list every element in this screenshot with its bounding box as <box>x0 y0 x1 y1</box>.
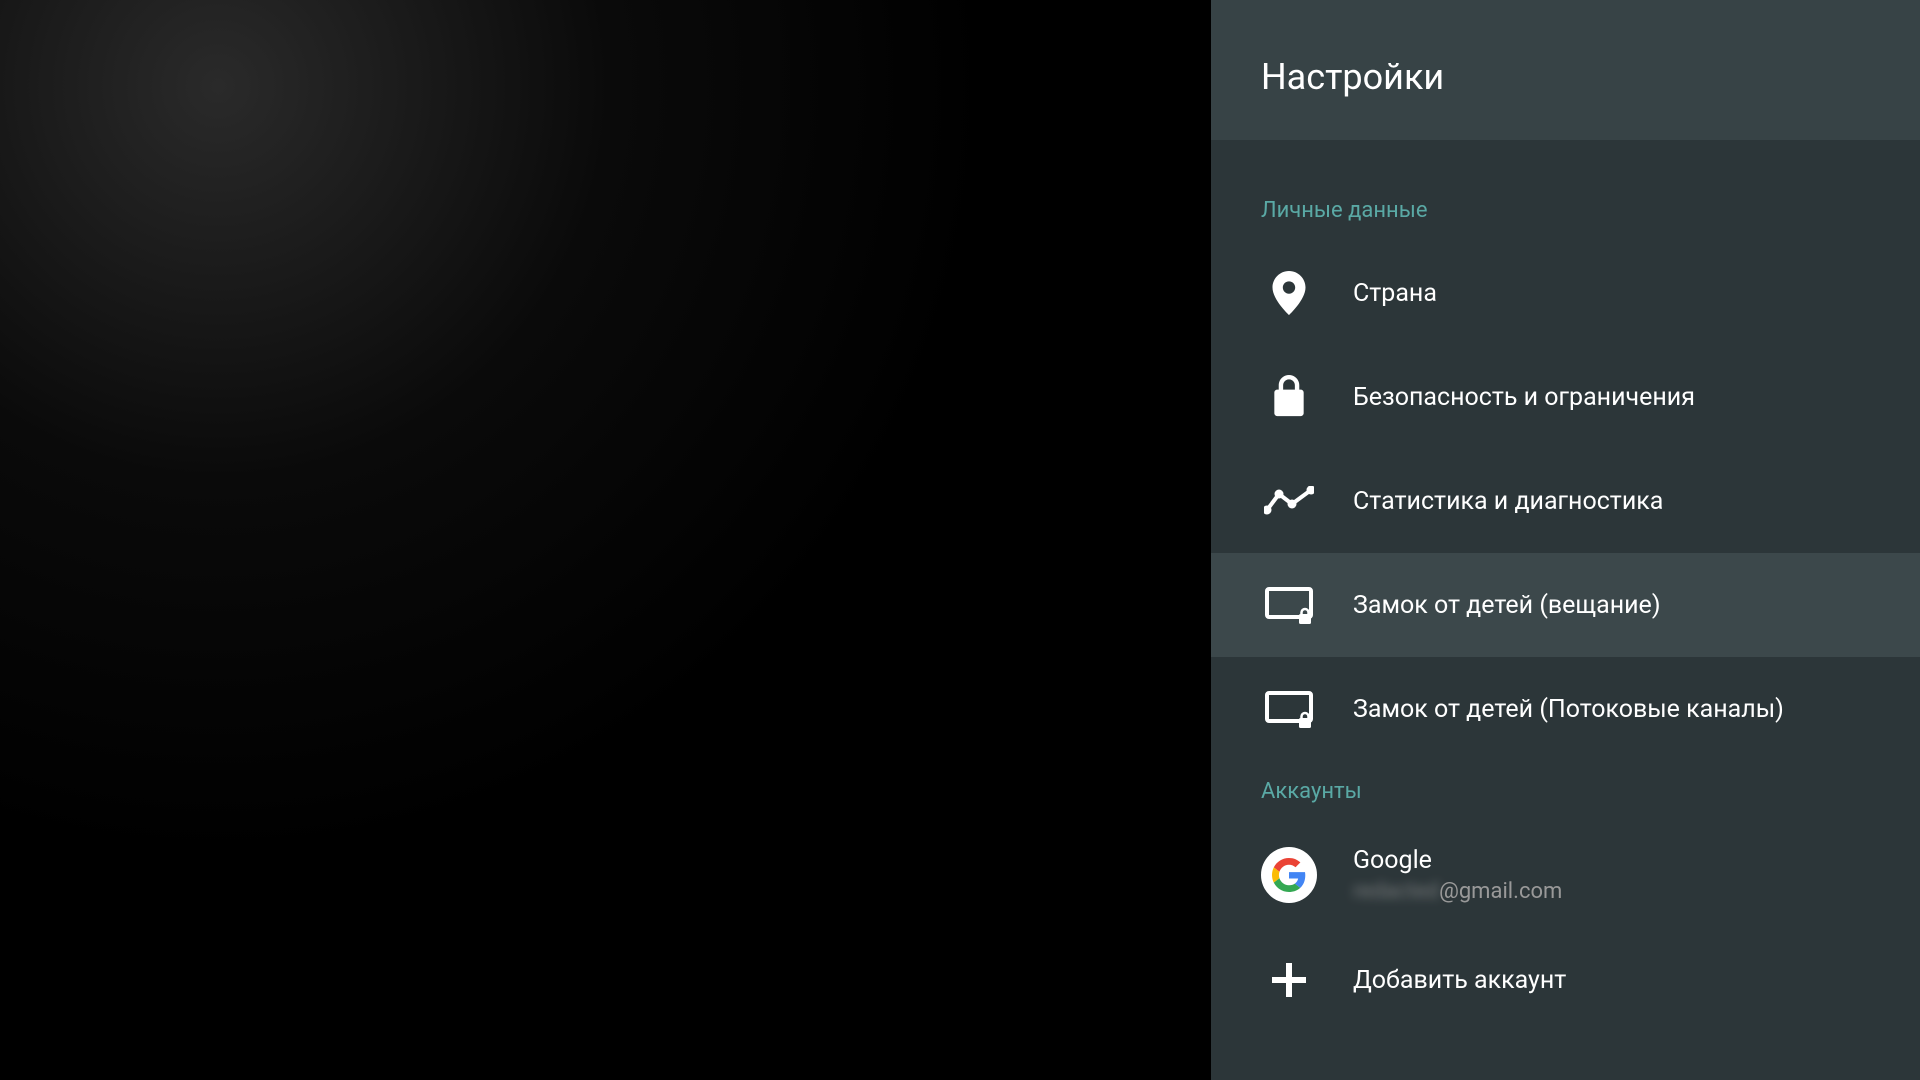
main-content-area <box>0 0 1211 1080</box>
item-label: Страна <box>1353 279 1437 308</box>
settings-item-child-lock-streaming[interactable]: Замок от детей (Потоковые каналы) <box>1211 657 1920 761</box>
item-label: Добавить аккаунт <box>1353 966 1566 995</box>
settings-panel: Настройки Личные данные Страна Без <box>1211 0 1920 1080</box>
plus-icon <box>1261 952 1317 1008</box>
screen-lock-icon <box>1261 681 1317 737</box>
section-header-personal: Личные данные <box>1211 180 1920 241</box>
settings-item-google-account[interactable]: Google redacted@gmail.com <box>1211 822 1920 928</box>
settings-item-stats[interactable]: Статистика и диагностика <box>1211 449 1920 553</box>
panel-title: Настройки <box>1261 56 1870 98</box>
item-label: Статистика и диагностика <box>1353 487 1663 516</box>
section-header-accounts: Аккаунты <box>1211 761 1920 822</box>
item-subtitle: redacted@gmail.com <box>1353 879 1562 904</box>
settings-item-add-account[interactable]: Добавить аккаунт <box>1211 928 1920 1032</box>
settings-item-country[interactable]: Страна <box>1211 241 1920 345</box>
chart-line-icon <box>1261 473 1317 529</box>
item-label: Google <box>1353 846 1562 875</box>
item-label: Безопасность и ограничения <box>1353 383 1695 412</box>
item-label: Замок от детей (вещание) <box>1353 591 1661 620</box>
google-icon <box>1261 847 1317 903</box>
settings-item-security[interactable]: Безопасность и ограничения <box>1211 345 1920 449</box>
settings-item-child-lock-broadcast[interactable]: Замок от детей (вещание) <box>1211 553 1920 657</box>
panel-header: Настройки <box>1211 0 1920 140</box>
item-label: Замок от детей (Потоковые каналы) <box>1353 695 1784 724</box>
location-pin-icon <box>1261 265 1317 321</box>
lock-icon <box>1261 369 1317 425</box>
panel-content: Личные данные Страна Безопасность и огра… <box>1211 140 1920 1080</box>
screen-lock-icon <box>1261 577 1317 633</box>
